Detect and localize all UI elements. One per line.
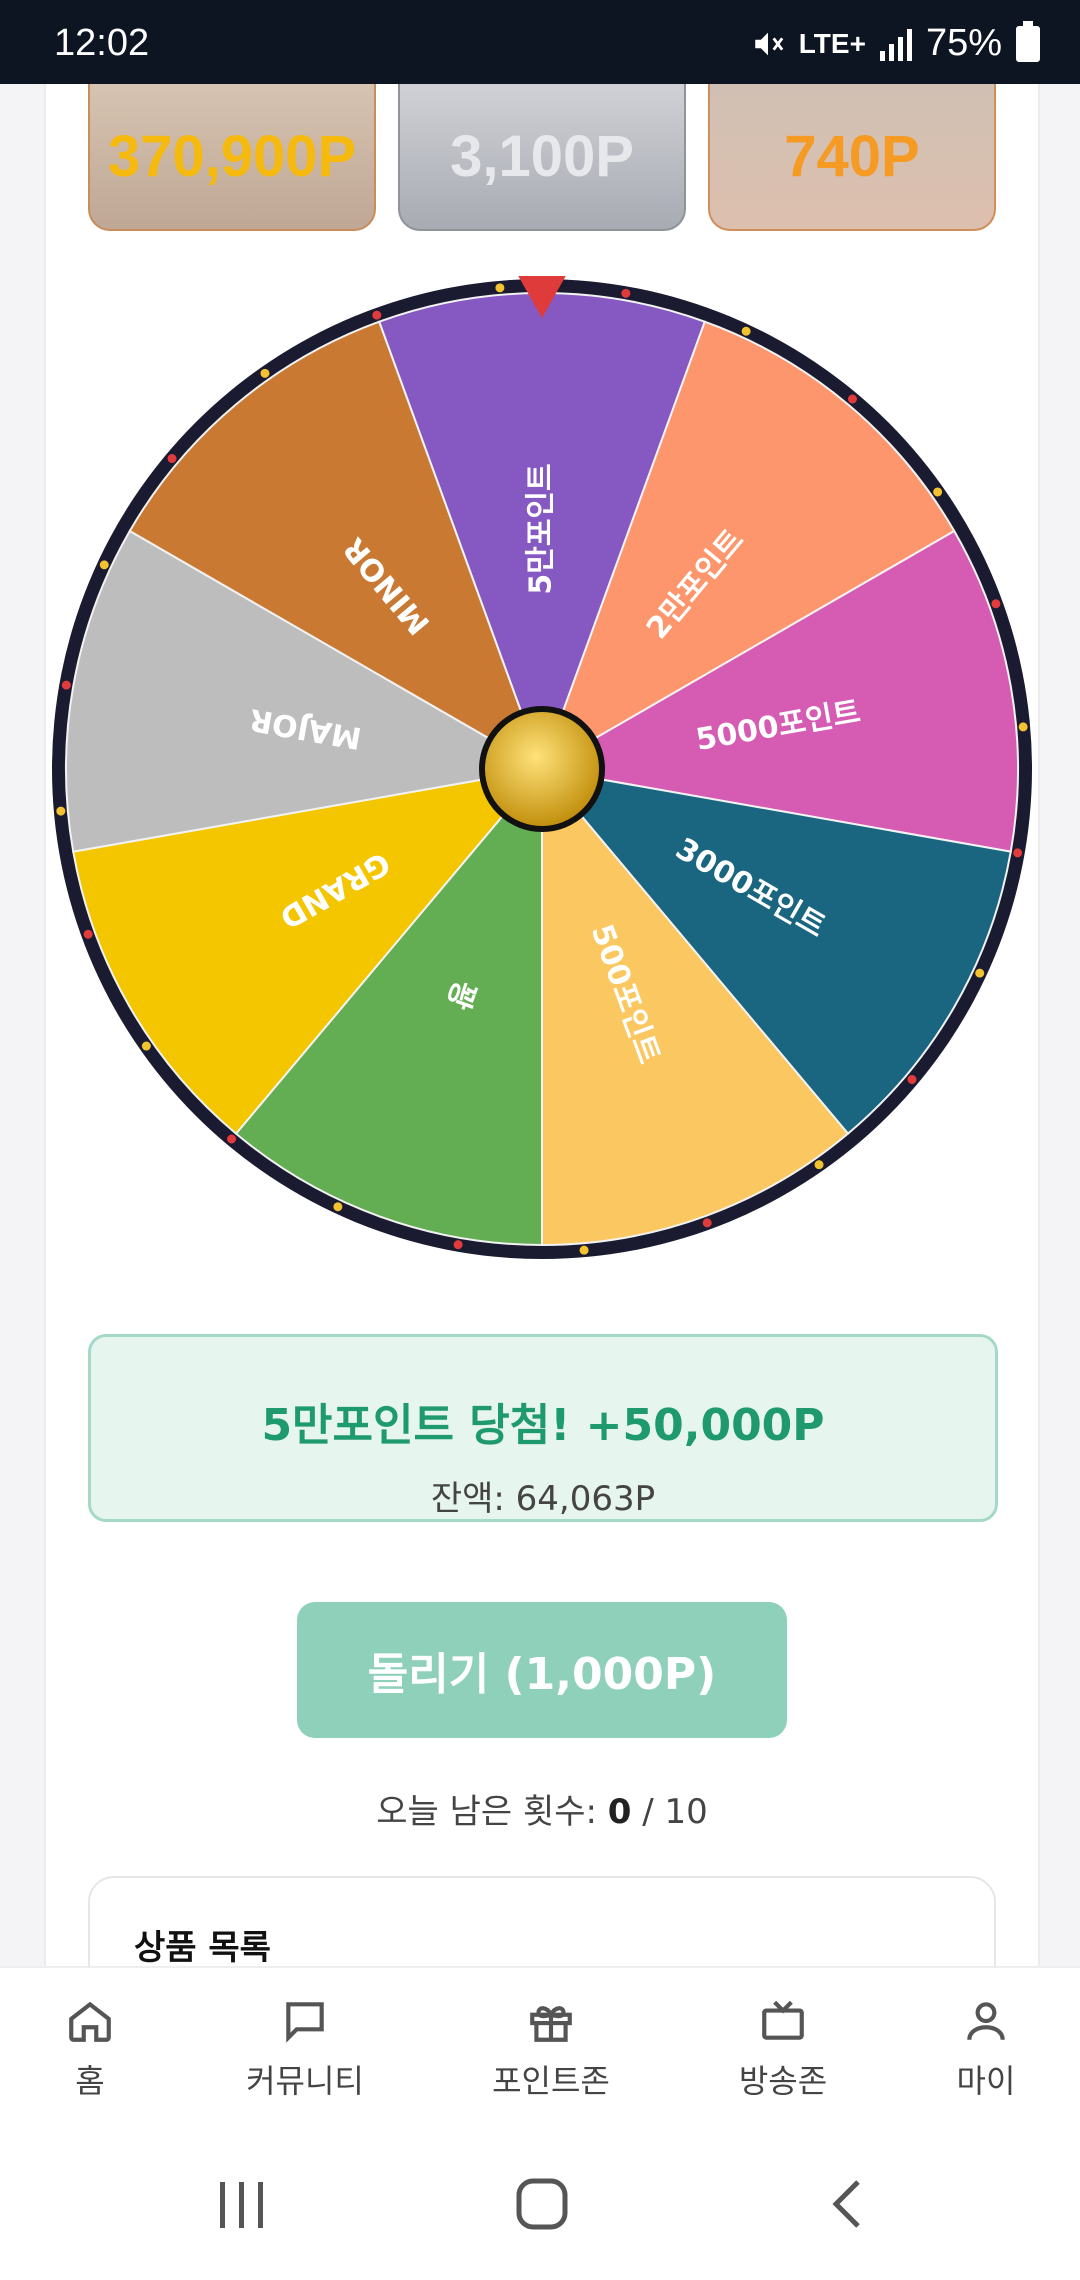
rim-dot xyxy=(933,487,943,497)
roulette-card: 370,900P 3,100P 740P 5만포인트 2만포인트 5000포인트 30… xyxy=(44,84,1040,2020)
nav-pointzone[interactable]: 포인트존 xyxy=(471,1996,631,2102)
nav-home-label: 홈 xyxy=(75,2062,105,2100)
remaining-total: / 10 xyxy=(642,1792,708,1832)
recent-apps-icon[interactable] xyxy=(218,2180,266,2230)
remaining-label: 오늘 남은 횟수: xyxy=(376,1792,597,1832)
jackpot-minor: 370,900P xyxy=(88,84,376,231)
product-list-title: 상품 목록 xyxy=(134,1928,271,1968)
rim-dot xyxy=(741,326,751,336)
rim-dot xyxy=(453,1240,463,1250)
nav-my-label: 마이 xyxy=(956,2062,1016,2100)
nav-community-label: 커뮤니티 xyxy=(246,2062,364,2100)
rim-dot xyxy=(227,1134,237,1144)
signal-icon xyxy=(879,27,912,61)
remaining-spins: 오늘 남은 횟수: 0 / 10 xyxy=(46,1784,1038,1833)
nav-community[interactable]: 커뮤니티 xyxy=(225,1996,385,2102)
battery-percent: 75% xyxy=(925,22,1002,64)
tv-icon xyxy=(762,2000,804,2040)
rim-dot xyxy=(1013,848,1023,858)
rim-dot xyxy=(141,1041,151,1051)
home-button-icon[interactable] xyxy=(516,2178,568,2230)
battery-icon xyxy=(1016,20,1040,62)
result-panel: 5만포인트 당첨! +50,000P 잔액: 64,063P xyxy=(88,1334,998,1522)
rim-dot xyxy=(975,968,985,978)
nav-pointzone-label: 포인트존 xyxy=(492,2062,610,2100)
rim-dot xyxy=(621,288,631,298)
home-icon xyxy=(69,2001,111,2042)
rim-dot xyxy=(495,283,505,293)
spin-button[interactable]: 돌리기 (1,000P) xyxy=(297,1602,787,1738)
balance-text: 잔액: 64,063P xyxy=(430,1479,656,1519)
gift-icon xyxy=(530,2006,572,2042)
nav-my[interactable]: 마이 xyxy=(906,1996,1066,2102)
system-nav xyxy=(0,2140,1080,2280)
nav-broadcast[interactable]: 방송존 xyxy=(703,1996,863,2102)
chat-icon xyxy=(286,2002,324,2043)
jackpot-grand: 740P xyxy=(708,84,996,231)
result-title: 5만포인트 당첨! +50,000P xyxy=(261,1400,825,1451)
rim-dot xyxy=(1018,722,1028,732)
rim-dot xyxy=(814,1160,824,1170)
roulette-wheel[interactable]: 5만포인트 2만포인트5000포인트3000포인트500포인트꽝GRANDMAJO… xyxy=(46,276,1038,1276)
wheel-segment-label: 5만포인트 xyxy=(524,463,559,594)
status-time: 12:02 xyxy=(54,22,150,64)
rim-dot xyxy=(56,806,66,816)
status-bar: 12:02 LTE+ 75% xyxy=(0,0,1080,84)
jackpot-major: 3,100P xyxy=(398,84,686,231)
rim-dot xyxy=(702,1218,712,1228)
remaining-count: 0 xyxy=(607,1792,632,1832)
nav-broadcast-label: 방송존 xyxy=(738,2062,828,2100)
rim-dot xyxy=(991,599,1001,609)
rim-dot xyxy=(83,929,93,939)
wheel-hub xyxy=(479,706,605,832)
rim-dot xyxy=(260,368,270,378)
rim-dot xyxy=(579,1245,589,1255)
rim-dot xyxy=(907,1074,917,1084)
rim-dot xyxy=(372,310,382,320)
user-icon xyxy=(967,2002,1005,2040)
network-label: LTE+ xyxy=(798,27,866,59)
rim-dot xyxy=(61,680,71,690)
back-icon[interactable] xyxy=(828,2178,864,2230)
nav-home[interactable]: 홈 xyxy=(10,1996,170,2102)
rim-dot xyxy=(167,454,177,464)
bottom-nav: 홈 커뮤니티 포인트존 방송존 마이 xyxy=(0,1966,1080,2142)
rim-dot xyxy=(99,560,109,570)
rim-dot xyxy=(333,1202,343,1212)
rim-dot xyxy=(847,394,857,404)
mute-icon xyxy=(755,32,784,55)
